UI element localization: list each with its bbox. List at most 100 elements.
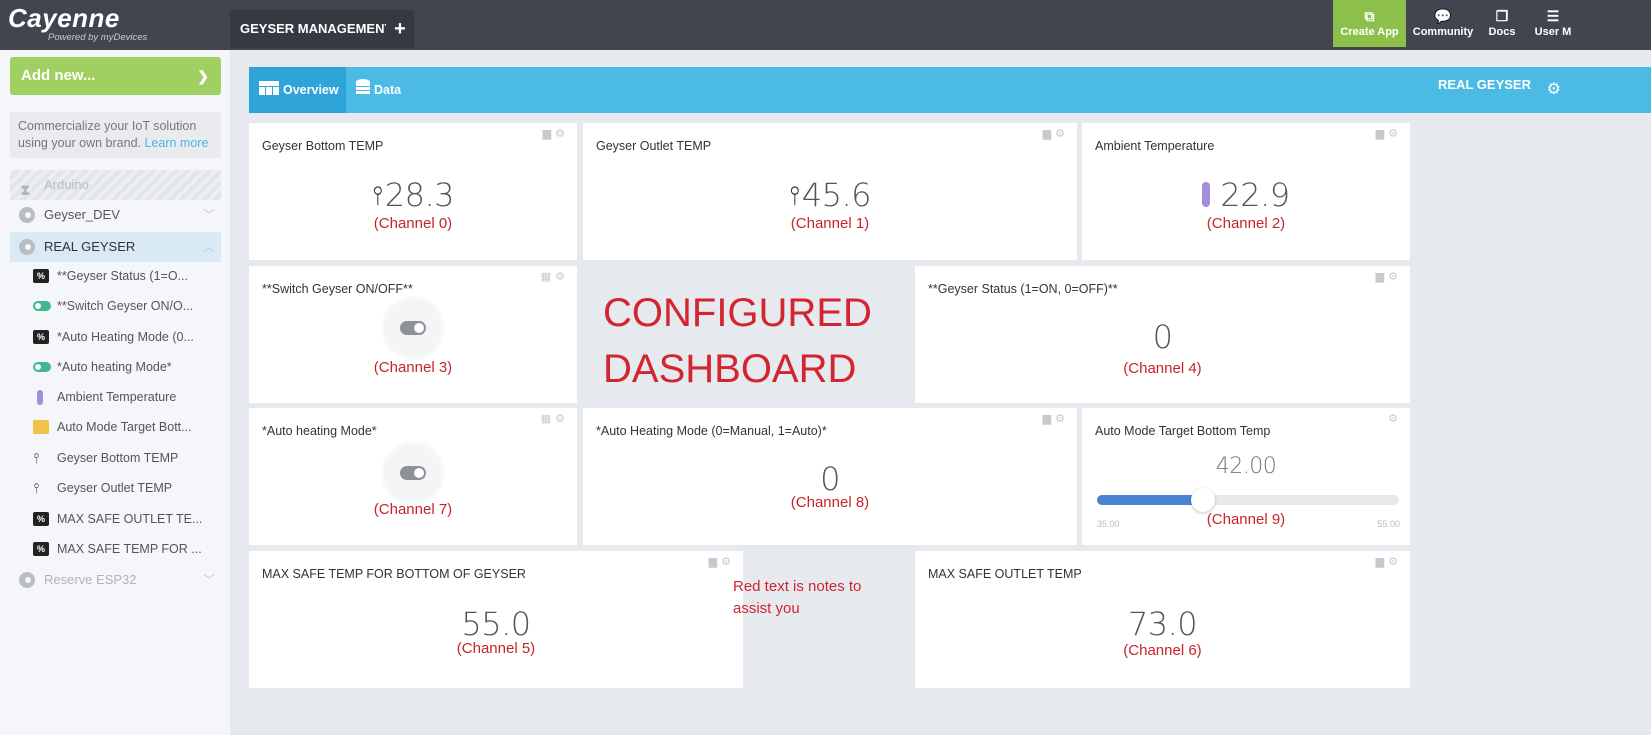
generic-value-icon: % <box>33 512 49 526</box>
sidebar-widget-item[interactable]: Ambient Temperature <box>30 382 176 412</box>
gear-icon[interactable]: ⚙ <box>1388 128 1402 140</box>
device-arduino[interactable]: ⧗ Arduino <box>10 170 221 200</box>
chart-icon[interactable]: ▆ <box>543 128 555 140</box>
cayenne-logo[interactable]: Cayenne Powered by myDevices <box>8 4 147 43</box>
slider-track[interactable] <box>1097 488 1399 512</box>
device-real-geyser[interactable]: REAL GEYSER ︿ <box>10 232 221 262</box>
tab-data[interactable]: Data <box>356 67 401 113</box>
widget-geyser-outlet-temp: Geyser Outlet TEMP ▆⚙ ⫯45.6 (Channel 1) <box>583 123 1077 260</box>
widget-value: 22.9 <box>1220 176 1290 214</box>
notes-annotation: Red text is notes to assist you <box>733 578 862 617</box>
gear-icon[interactable]: ⚙ <box>721 556 735 568</box>
sidebar-widget-item[interactable]: Auto Mode Target Bott... <box>30 412 192 442</box>
gear-icon[interactable]: ⚙ <box>555 271 569 283</box>
toggle-knob <box>400 321 426 335</box>
tab-data-label: Data <box>374 83 402 97</box>
temperature-probe-icon: ⫯ <box>33 450 40 466</box>
chart-icon[interactable]: ▆ <box>1376 128 1388 140</box>
device-reserve-esp32[interactable]: Reserve ESP32 ﹀ <box>10 565 221 595</box>
cayenne-device-icon <box>19 207 35 223</box>
widget-max-safe-outlet: MAX SAFE OUTLET TEMP ▆⚙ 73.0 (Channel 6) <box>915 551 1410 688</box>
docs-icon: ❐ <box>1495 8 1509 24</box>
widget-label: *Auto Heating Mode (0... <box>57 330 194 344</box>
annotation-line: DASHBOARD <box>603 347 857 391</box>
widget-label: MAX SAFE TEMP FOR ... <box>57 542 202 556</box>
chat-icon: 💬 <box>1434 8 1452 24</box>
community-label: Community <box>1412 26 1474 38</box>
widget-title: Auto Mode Target Bottom Temp <box>1095 424 1271 438</box>
widget-label: Geyser Outlet TEMP <box>57 481 173 495</box>
channel-note: (Channel 1) <box>790 215 870 232</box>
community-button[interactable]: 💬 Community <box>1410 0 1476 47</box>
calendar-icon[interactable]: ▦ <box>541 271 555 283</box>
sidebar-widget-item[interactable]: % **Geyser Status (1=O... <box>30 261 188 291</box>
widget-title: Geyser Bottom TEMP <box>262 139 384 153</box>
user-menu-button[interactable]: ☰ User M <box>1528 0 1578 47</box>
thermometer-icon <box>37 390 43 405</box>
widget-label: *Auto heating Mode* <box>57 360 172 374</box>
chevron-up-icon[interactable]: ︿ <box>203 232 215 262</box>
gear-icon[interactable]: ⚙ <box>1388 413 1402 425</box>
widget-auto-heating-toggle: *Auto heating Mode* ▦⚙ (Channel 7) <box>249 408 577 545</box>
docs-button[interactable]: ❐ Docs <box>1482 0 1522 47</box>
widget-value: 28.3 <box>384 176 455 214</box>
device-name: Arduino <box>44 177 89 192</box>
sidebar-widget-item[interactable]: % *Auto Heating Mode (0... <box>30 322 194 352</box>
dashboard-tab[interactable]: GEYSER MANAGEMENT <box>230 10 403 48</box>
sidebar-widget-item[interactable]: ⫯ Geyser Bottom TEMP <box>30 443 178 473</box>
chart-icon[interactable]: ▆ <box>1043 128 1055 140</box>
create-app-icon: ⧉ <box>1364 8 1375 24</box>
chart-icon[interactable]: ▆ <box>709 556 721 568</box>
channel-note: (Channel 9) <box>1206 511 1286 528</box>
widget-title: **Geyser Status (1=ON, 0=OFF)** <box>928 282 1118 296</box>
widget-label: Auto Mode Target Bott... <box>57 420 192 434</box>
slider-value: 42.00 <box>1215 454 1277 479</box>
gear-icon[interactable]: ⚙ <box>1055 128 1069 140</box>
widget-label: Ambient Temperature <box>57 390 177 404</box>
tab-overview-label: Overview <box>283 83 339 97</box>
gear-icon[interactable]: ⚙ <box>555 413 569 425</box>
create-app-button[interactable]: ⧉ Create App <box>1333 0 1406 47</box>
learn-more-link[interactable]: Learn more <box>144 136 208 150</box>
channel-note: (Channel 6) <box>1123 642 1202 659</box>
toggle-switch[interactable] <box>384 444 442 502</box>
sidebar-widget-item[interactable]: *Auto heating Mode* <box>30 352 172 382</box>
gear-icon[interactable]: ⚙ <box>1388 271 1402 283</box>
widget-value: 0 <box>820 460 840 498</box>
add-new-dropdown[interactable]: Add new... ❯ <box>10 57 221 95</box>
calendar-icon[interactable]: ▦ <box>541 413 555 425</box>
temperature-probe-icon: ⫯ <box>788 181 800 211</box>
gear-icon[interactable]: ⚙ <box>555 128 569 140</box>
sidebar-widget-item[interactable]: % MAX SAFE OUTLET TE... <box>30 504 202 534</box>
sidebar-widget-item[interactable]: **Switch Geyser ON/O... <box>30 291 193 321</box>
slider-icon <box>33 420 49 434</box>
chart-icon[interactable]: ▆ <box>1376 556 1388 568</box>
chart-icon[interactable]: ▆ <box>1043 413 1055 425</box>
sidebar-widget-item[interactable]: % MAX SAFE TEMP FOR ... <box>30 534 202 564</box>
widget-value: 0 <box>1152 318 1173 356</box>
widget-max-safe-bottom: MAX SAFE TEMP FOR BOTTOM OF GEYSER ▆⚙ 55… <box>249 551 743 688</box>
widget-label: MAX SAFE OUTLET TE... <box>57 512 203 526</box>
sidebar-widget-item[interactable]: ⫯ Geyser Outlet TEMP <box>30 473 172 503</box>
toggle-switch[interactable] <box>384 299 442 357</box>
tab-overview[interactable]: Overview <box>249 67 346 113</box>
generic-value-icon: % <box>33 269 49 283</box>
chart-icon[interactable]: ▆ <box>1376 271 1388 283</box>
widget-label: **Geyser Status (1=O... <box>57 269 188 283</box>
widget-title: *Auto heating Mode* <box>262 424 377 438</box>
gear-icon[interactable]: ⚙ <box>1388 556 1402 568</box>
gear-icon[interactable]: ⚙ <box>1055 413 1069 425</box>
channel-note: (Channel 7) <box>373 501 453 518</box>
add-new-label: Add new... <box>21 67 96 84</box>
chevron-down-icon[interactable]: ﹀ <box>203 565 215 595</box>
widget-value: 45.6 <box>801 176 872 214</box>
user-menu-label: User M <box>1534 26 1572 38</box>
add-tab-button[interactable]: + <box>386 10 414 48</box>
sidebar: Add new... ❯ Commercialize your IoT solu… <box>0 50 230 735</box>
gear-icon[interactable]: ⚙ <box>1547 79 1561 99</box>
device-geyser-dev[interactable]: Geyser_DEV ﹀ <box>10 200 221 230</box>
slider-thumb[interactable] <box>1190 488 1215 512</box>
chevron-down-icon[interactable]: ﹀ <box>203 200 215 230</box>
channel-note: (Channel 3) <box>373 359 453 376</box>
create-app-label: Create App <box>1340 26 1399 38</box>
